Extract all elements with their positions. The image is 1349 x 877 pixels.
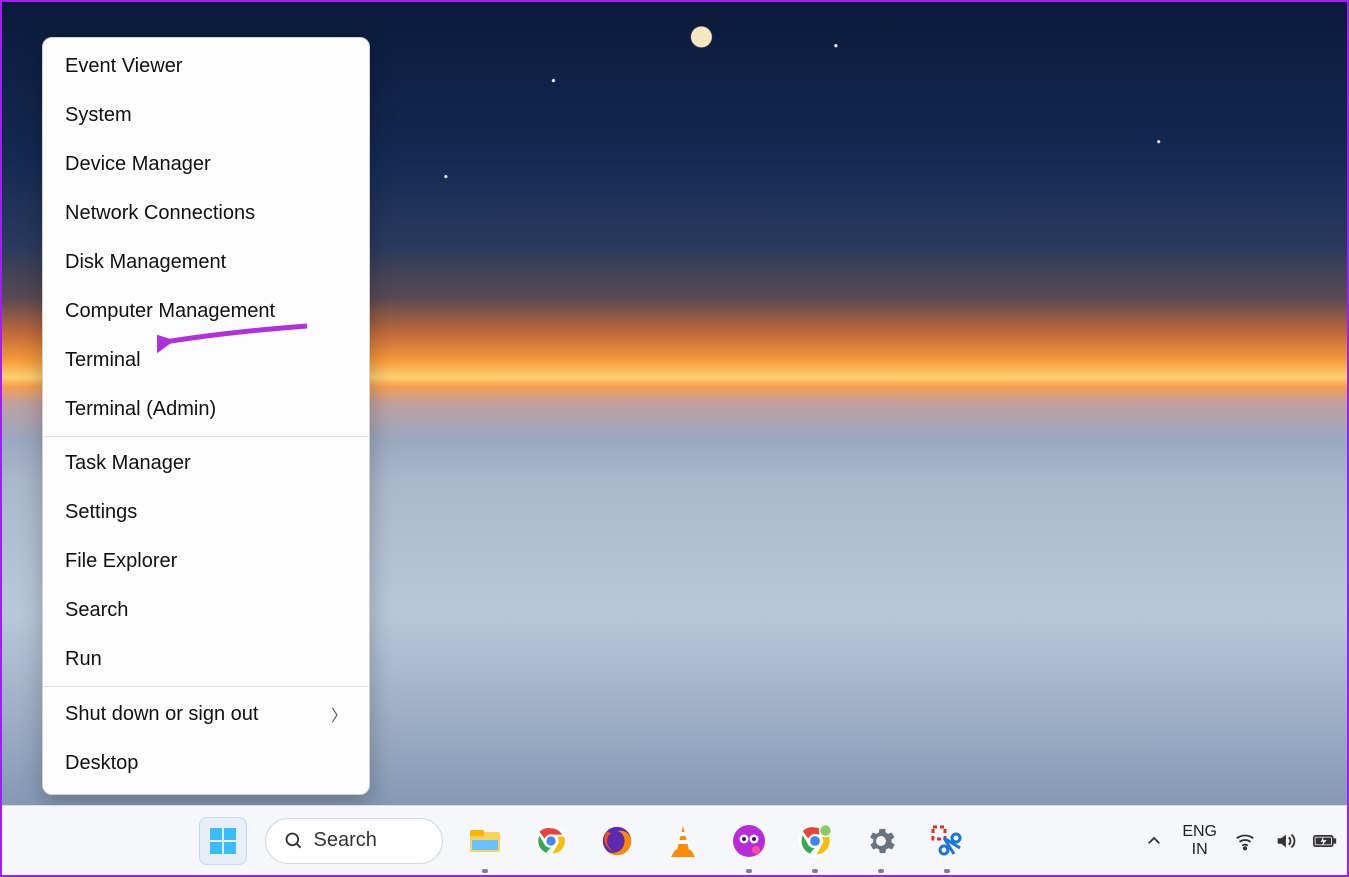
- menu-item-label: File Explorer: [65, 550, 177, 573]
- menu-item-label: Run: [65, 648, 102, 671]
- menu-item-label: Task Manager: [65, 452, 191, 475]
- menu-item-label: Event Viewer: [65, 55, 182, 78]
- language-indicator[interactable]: ENG IN: [1182, 823, 1217, 859]
- menu-item-label: Computer Management: [65, 300, 275, 323]
- vlc-icon[interactable]: [659, 817, 707, 865]
- menu-item-label: Disk Management: [65, 251, 226, 274]
- menu-item-network-connections[interactable]: Network Connections: [43, 189, 369, 238]
- menu-item-label: Shut down or sign out: [65, 703, 258, 726]
- menu-separator: [43, 686, 369, 687]
- menu-item-label: System: [65, 104, 132, 127]
- language-bottom: IN: [1182, 841, 1217, 859]
- menu-item-label: Network Connections: [65, 202, 255, 225]
- menu-item-label: Terminal (Admin): [65, 398, 216, 421]
- menu-item-label: Terminal: [65, 349, 141, 372]
- taskbar: Search ENG IN: [2, 805, 1347, 875]
- search-label: Search: [314, 829, 377, 852]
- menu-item-label: Search: [65, 599, 128, 622]
- app-purple-icon[interactable]: [725, 817, 773, 865]
- menu-item-shutdown-signout[interactable]: Shut down or sign out 〉: [43, 689, 369, 739]
- chevron-right-icon: 〉: [331, 702, 347, 726]
- search-icon: [284, 831, 304, 851]
- menu-item-terminal-admin[interactable]: Terminal (Admin): [43, 385, 369, 434]
- menu-item-run[interactable]: Run: [43, 635, 369, 684]
- menu-item-label: Desktop: [65, 752, 138, 775]
- menu-item-task-manager[interactable]: Task Manager: [43, 439, 369, 488]
- taskbar-search[interactable]: Search: [265, 818, 443, 864]
- chrome-icon[interactable]: [527, 817, 575, 865]
- wifi-icon[interactable]: [1233, 829, 1257, 853]
- firefox-icon[interactable]: [593, 817, 641, 865]
- menu-item-file-explorer[interactable]: File Explorer: [43, 537, 369, 586]
- battery-icon[interactable]: [1313, 829, 1337, 853]
- file-explorer-icon[interactable]: [461, 817, 509, 865]
- volume-icon[interactable]: [1273, 829, 1297, 853]
- taskbar-systray: ENG IN: [1142, 806, 1337, 875]
- start-button[interactable]: [199, 817, 247, 865]
- snipping-tool-icon[interactable]: [923, 817, 971, 865]
- menu-item-event-viewer[interactable]: Event Viewer: [43, 42, 369, 91]
- menu-item-terminal[interactable]: Terminal: [43, 336, 369, 385]
- tray-overflow-button[interactable]: [1142, 829, 1166, 853]
- language-top: ENG: [1182, 823, 1217, 841]
- settings-icon[interactable]: [857, 817, 905, 865]
- menu-item-label: Device Manager: [65, 153, 211, 176]
- chevron-up-icon: [1145, 832, 1163, 850]
- menu-item-search[interactable]: Search: [43, 586, 369, 635]
- menu-item-computer-management[interactable]: Computer Management: [43, 287, 369, 336]
- menu-item-system[interactable]: System: [43, 91, 369, 140]
- menu-separator: [43, 436, 369, 437]
- windows-logo-icon: [209, 827, 237, 855]
- taskbar-center: Search: [199, 806, 971, 875]
- menu-item-disk-management[interactable]: Disk Management: [43, 238, 369, 287]
- menu-item-device-manager[interactable]: Device Manager: [43, 140, 369, 189]
- menu-item-settings[interactable]: Settings: [43, 488, 369, 537]
- menu-item-desktop[interactable]: Desktop: [43, 739, 369, 788]
- quick-link-menu: Event Viewer System Device Manager Netwo…: [42, 37, 370, 795]
- menu-item-label: Settings: [65, 501, 137, 524]
- chrome-profile-icon[interactable]: [791, 817, 839, 865]
